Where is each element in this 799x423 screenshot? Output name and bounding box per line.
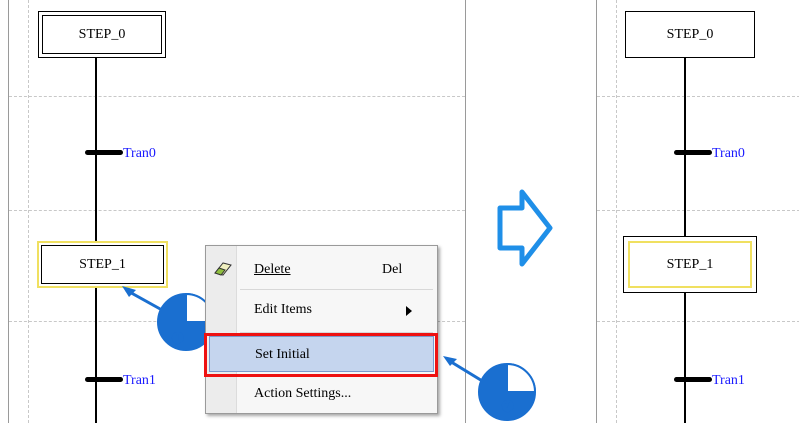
menu-item-delete-label: Delete <box>254 262 291 277</box>
menu-item-delete-shortcut: Del <box>382 262 403 277</box>
grid-line <box>9 210 465 211</box>
grid-line <box>9 96 465 97</box>
menu-item-delete[interactable]: Delete Del <box>206 252 437 288</box>
highlight-box-set-initial <box>204 333 438 377</box>
menu-item-action-settings[interactable]: Action Settings... <box>206 376 437 412</box>
grid-line <box>28 0 29 423</box>
menu-item-action-settings-label: Action Settings... <box>254 386 352 401</box>
menu-separator <box>240 289 433 290</box>
callout-2-number: ② <box>500 397 516 417</box>
step-1-initial[interactable]: STEP_1 <box>623 236 757 293</box>
step-0-label: STEP_0 <box>78 26 126 42</box>
transition-1-label: Tran1 <box>712 373 745 388</box>
grid-line <box>597 321 799 322</box>
menu-item-edit-items-label: Edit Items <box>254 302 312 317</box>
step-0-normal[interactable]: STEP_0 <box>625 11 755 58</box>
step-1-label: STEP_1 <box>79 256 126 272</box>
step-0-initial[interactable]: STEP_0 <box>38 11 166 58</box>
menu-item-edit-items[interactable]: Edit Items <box>206 292 437 328</box>
transition-1-bar[interactable] <box>674 377 712 382</box>
eraser-icon <box>214 262 232 276</box>
context-menu: Delete Del Edit Items Set Initial Action… <box>205 245 438 414</box>
transition-0-bar[interactable] <box>674 150 712 155</box>
right-sfc-editor: STEP_0 Tran0 STEP_1 Tran1 <box>596 0 799 423</box>
submenu-arrow-icon <box>406 306 412 316</box>
grid-line <box>597 96 799 97</box>
transition-0-label: Tran0 <box>712 146 745 161</box>
process-arrow-icon <box>497 189 553 267</box>
callout-1-number: ① <box>170 329 186 349</box>
transition-0-bar[interactable] <box>85 150 123 155</box>
transition-1-bar[interactable] <box>85 377 123 382</box>
transition-1-label: Tran1 <box>123 373 156 388</box>
step-1-label: STEP_1 <box>666 256 714 272</box>
grid-line <box>616 0 617 423</box>
grid-line <box>597 210 799 211</box>
step-0-label: STEP_0 <box>666 26 714 42</box>
transition-0-label: Tran0 <box>123 146 156 161</box>
step-1-selected[interactable]: STEP_1 <box>37 241 168 288</box>
